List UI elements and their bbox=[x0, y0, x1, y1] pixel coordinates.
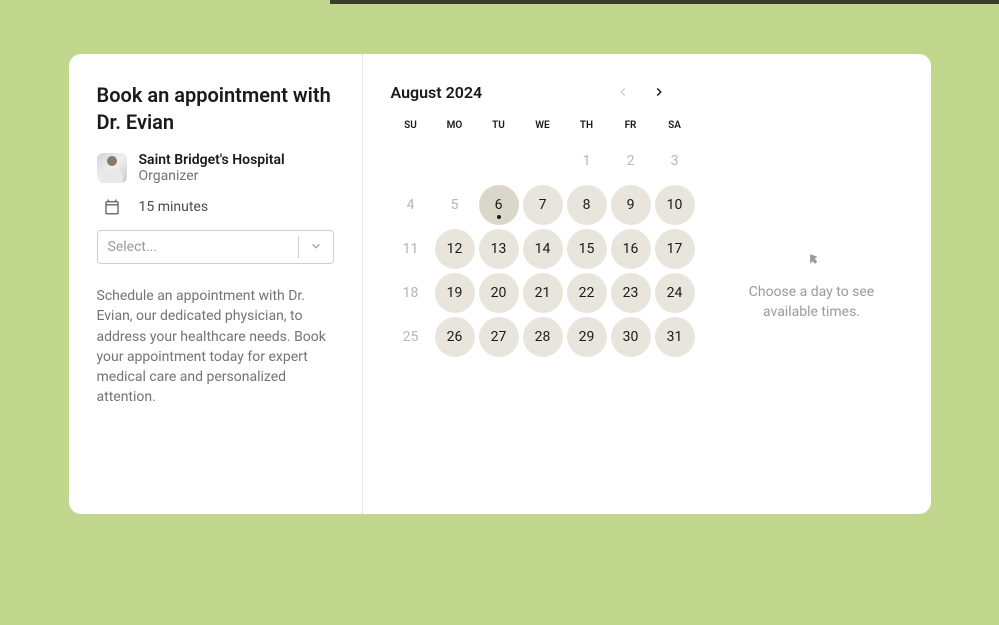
day-cell[interactable]: 7 bbox=[523, 185, 563, 225]
day-cell[interactable]: 23 bbox=[611, 273, 651, 313]
select-placeholder: Select... bbox=[108, 239, 298, 255]
day-cell[interactable]: 9 bbox=[611, 185, 651, 225]
day-cell[interactable]: 14 bbox=[523, 229, 563, 269]
click-cursor-icon bbox=[802, 246, 822, 270]
booking-card: Book an appointment with Dr. Evian Saint… bbox=[69, 54, 931, 514]
calendar-header: August 2024 bbox=[391, 82, 677, 102]
day-header: TH bbox=[567, 120, 607, 131]
day-cell[interactable]: 16 bbox=[611, 229, 651, 269]
day-cell[interactable]: 20 bbox=[479, 273, 519, 313]
day-header: SA bbox=[655, 120, 695, 131]
day-cell[interactable]: 10 bbox=[655, 185, 695, 225]
description-text: Schedule an appointment with Dr. Evian, … bbox=[97, 286, 334, 408]
day-cell[interactable]: 30 bbox=[611, 317, 651, 357]
calendar-grid: SUMOTUWETHFRSA12345678910111213141516171… bbox=[391, 120, 677, 357]
day-cell[interactable]: 21 bbox=[523, 273, 563, 313]
prev-month-button[interactable] bbox=[613, 82, 633, 102]
day-cell[interactable]: 8 bbox=[567, 185, 607, 225]
day-header: FR bbox=[611, 120, 651, 131]
day-cell[interactable]: 6 bbox=[479, 185, 519, 225]
day-cell[interactable]: 26 bbox=[435, 317, 475, 357]
organizer-avatar bbox=[97, 153, 127, 183]
day-cell[interactable]: 17 bbox=[655, 229, 695, 269]
day-cell: 18 bbox=[391, 273, 431, 313]
page-title: Book an appointment with Dr. Evian bbox=[97, 82, 334, 136]
chevron-down-icon bbox=[309, 238, 323, 257]
day-header: WE bbox=[523, 120, 563, 131]
select-divider bbox=[298, 236, 299, 258]
day-cell[interactable]: 15 bbox=[567, 229, 607, 269]
day-cell[interactable]: 13 bbox=[479, 229, 519, 269]
day-cell: 4 bbox=[391, 185, 431, 225]
day-cell-blank bbox=[391, 141, 431, 181]
day-cell: 1 bbox=[567, 141, 607, 181]
day-cell[interactable]: 31 bbox=[655, 317, 695, 357]
day-cell: 11 bbox=[391, 229, 431, 269]
day-header: SU bbox=[391, 120, 431, 131]
organizer-role: Organizer bbox=[139, 168, 285, 184]
day-cell[interactable]: 29 bbox=[567, 317, 607, 357]
timezone-select[interactable]: Select... bbox=[97, 230, 334, 264]
day-header: MO bbox=[435, 120, 475, 131]
next-month-button[interactable] bbox=[649, 82, 669, 102]
calendar-panel: August 2024 SUMOTUWETHFRSA12345678910111… bbox=[363, 54, 693, 514]
organizer-row: Saint Bridget's Hospital Organizer bbox=[97, 152, 334, 184]
day-cell[interactable]: 27 bbox=[479, 317, 519, 357]
organizer-name: Saint Bridget's Hospital bbox=[139, 152, 285, 168]
day-cell: 2 bbox=[611, 141, 651, 181]
day-cell-blank bbox=[523, 141, 563, 181]
duration-row: 15 minutes bbox=[97, 198, 334, 216]
details-panel: Book an appointment with Dr. Evian Saint… bbox=[69, 54, 363, 514]
day-header: TU bbox=[479, 120, 519, 131]
day-cell-blank bbox=[435, 141, 475, 181]
day-cell[interactable]: 22 bbox=[567, 273, 607, 313]
day-cell[interactable]: 24 bbox=[655, 273, 695, 313]
day-cell: 3 bbox=[655, 141, 695, 181]
chevron-right-icon bbox=[652, 85, 666, 99]
day-cell[interactable]: 19 bbox=[435, 273, 475, 313]
calendar-icon bbox=[97, 198, 127, 216]
day-cell[interactable]: 28 bbox=[523, 317, 563, 357]
day-cell: 5 bbox=[435, 185, 475, 225]
day-cell: 25 bbox=[391, 317, 431, 357]
day-cell[interactable]: 12 bbox=[435, 229, 475, 269]
day-cell-blank bbox=[479, 141, 519, 181]
chevron-left-icon bbox=[616, 85, 630, 99]
month-year-label: August 2024 bbox=[391, 83, 483, 102]
time-panel: Choose a day to see available times. bbox=[693, 54, 931, 514]
choose-day-text: Choose a day to see available times. bbox=[723, 282, 901, 323]
duration-text: 15 minutes bbox=[139, 199, 209, 215]
progress-fill bbox=[0, 0, 330, 4]
